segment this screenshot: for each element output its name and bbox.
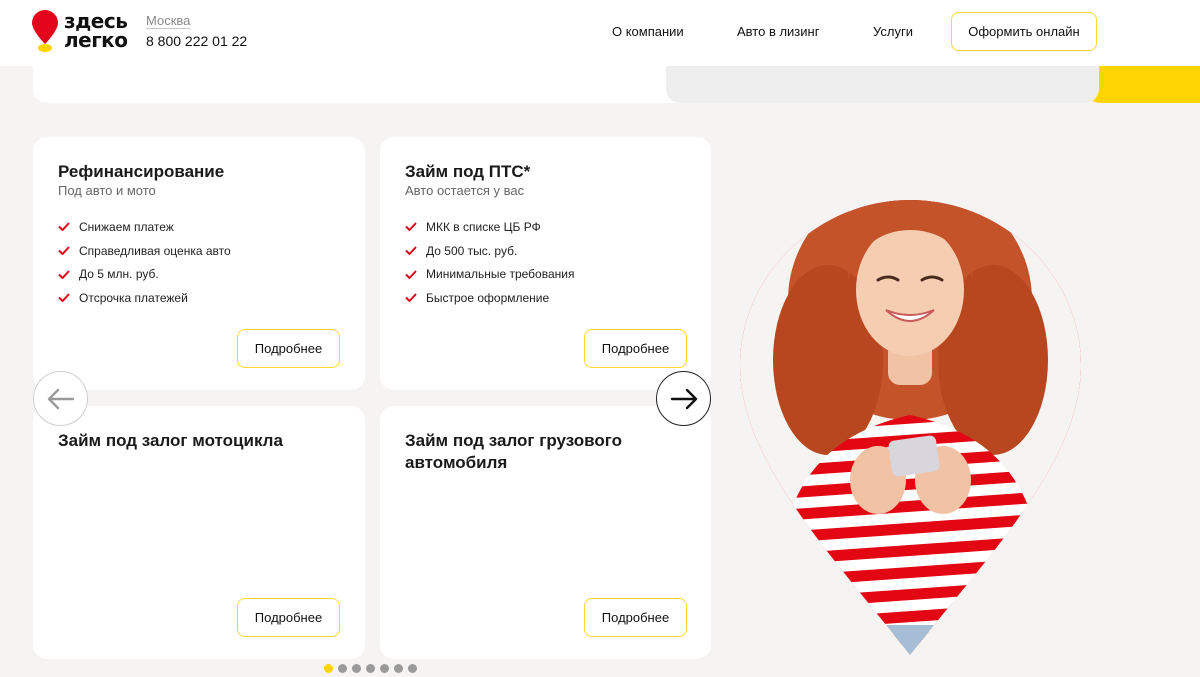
check-icon xyxy=(58,222,70,232)
feature-item: До 500 тыс. руб. xyxy=(405,239,574,263)
feature-item: Минимальные требования xyxy=(405,262,574,286)
feature-item: МКК в списке ЦБ РФ xyxy=(405,215,574,239)
arrow-left-icon xyxy=(47,388,74,409)
card-subtitle: Под авто и мото xyxy=(58,183,156,198)
feature-text: Минимальные требования xyxy=(426,267,575,282)
logo-line-2: легко xyxy=(64,28,128,52)
pagination-dot[interactable] xyxy=(338,664,347,673)
check-icon xyxy=(405,270,417,279)
map-pin-logo-icon[interactable] xyxy=(32,10,58,52)
carousel-pagination xyxy=(324,664,417,673)
feature-item: Быстрое оформление xyxy=(405,286,574,310)
city-selector[interactable]: Москва xyxy=(146,13,191,29)
feature-item: До 5 млн. руб. xyxy=(58,262,231,286)
check-icon xyxy=(58,293,70,303)
feature-text: Справедливая оценка авто xyxy=(79,243,231,258)
check-icon xyxy=(405,222,417,232)
card-title: Займ под залог мотоцикла xyxy=(58,431,283,450)
more-button[interactable]: Подробнее xyxy=(237,329,340,368)
feature-item: Снижаем платеж xyxy=(58,215,231,239)
service-card-refinancing[interactable]: Рефинансирование Под авто и мото Снижаем… xyxy=(33,137,365,390)
feature-text: Быстрое оформление xyxy=(426,290,550,305)
card-title: Займ под ПТС* xyxy=(405,162,531,181)
hero-corner xyxy=(1060,66,1099,103)
service-card-pts-loan[interactable]: Займ под ПТС* Авто остается у вас МКК в … xyxy=(380,137,711,390)
nav-about[interactable]: О компании xyxy=(612,24,684,39)
card-title: Займ под залог грузового автомобиля xyxy=(405,431,622,472)
logo-wordmark[interactable]: здесь легко xyxy=(64,11,128,52)
pagination-dot[interactable] xyxy=(352,664,361,673)
feature-text: Снижаем платеж xyxy=(79,219,174,234)
feature-text: МКК в списке ЦБ РФ xyxy=(426,219,541,234)
more-button[interactable]: Подробнее xyxy=(584,598,687,637)
nav-services[interactable]: Услуги xyxy=(873,24,913,39)
feature-list: Снижаем платеж Справедливая оценка авто … xyxy=(58,215,231,310)
hero-banner-image-area xyxy=(666,66,1099,103)
feature-text: До 500 тыс. руб. xyxy=(426,243,518,258)
feature-text: Отсрочка платежей xyxy=(79,290,188,305)
check-icon xyxy=(58,270,70,279)
pagination-dot[interactable] xyxy=(366,664,375,673)
pagination-dot[interactable] xyxy=(324,664,333,673)
phone-number[interactable]: 8 800 222 01 22 xyxy=(146,33,247,49)
card-title: Рефинансирование xyxy=(58,162,225,181)
pagination-dot[interactable] xyxy=(380,664,389,673)
pagination-dot[interactable] xyxy=(408,664,417,673)
card-subtitle: Авто остается у вас xyxy=(405,183,525,198)
arrow-right-icon xyxy=(670,388,697,409)
nav-auto-leasing[interactable]: Авто в лизинг xyxy=(737,24,819,39)
carousel-next-button[interactable] xyxy=(656,371,711,426)
check-icon xyxy=(58,246,70,256)
more-button[interactable]: Подробнее xyxy=(237,598,340,637)
check-icon xyxy=(405,246,417,256)
site-header: здесь легко Москва 8 800 222 01 22 О ком… xyxy=(0,0,1200,66)
service-card-motorcycle-loan[interactable]: Займ под залог мотоцикла Подробнее xyxy=(33,406,365,659)
feature-item: Справедливая оценка авто xyxy=(58,239,231,263)
check-icon xyxy=(405,293,417,303)
feature-text: До 5 млн. руб. xyxy=(79,267,159,282)
carousel-prev-button[interactable] xyxy=(33,371,88,426)
feature-list: МКК в списке ЦБ РФ До 500 тыс. руб. Мини… xyxy=(405,215,574,310)
more-button[interactable]: Подробнее xyxy=(584,329,687,368)
apply-online-button[interactable]: Оформить онлайн xyxy=(951,12,1097,51)
woman-with-phone-illustration xyxy=(740,200,1081,655)
service-card-truck-loan[interactable]: Займ под залог грузового автомобиля Подр… xyxy=(380,406,711,659)
pagination-dot[interactable] xyxy=(394,664,403,673)
feature-item: Отсрочка платежей xyxy=(58,286,231,310)
